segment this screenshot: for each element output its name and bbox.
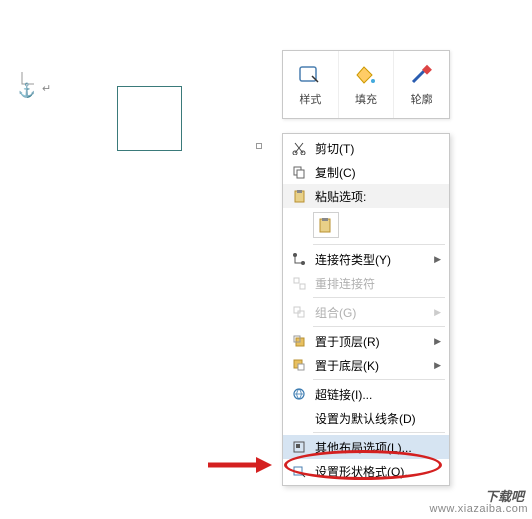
menu-item-connector-type[interactable]: 连接符类型(Y) ▶ (283, 247, 449, 271)
mini-toolbar: 样式 填充 轮廓 (282, 50, 450, 119)
menu-item-group: 组合(G) ▶ (283, 300, 449, 324)
anchor-icon: ⚓ (18, 82, 35, 99)
copy-icon (289, 163, 309, 181)
blank-icon (289, 409, 309, 427)
paste-options-row (283, 208, 449, 242)
menu-separator (313, 432, 445, 433)
paste-option-button[interactable] (313, 212, 339, 238)
menu-label: 设置形状格式(O)... (315, 463, 441, 480)
submenu-arrow-icon: ▶ (434, 360, 441, 371)
fill-icon (353, 62, 379, 88)
submenu-arrow-icon: ▶ (434, 336, 441, 347)
menu-item-copy[interactable]: 复制(C) (283, 160, 449, 184)
cut-icon (289, 139, 309, 157)
outline-label: 轮廓 (411, 91, 433, 107)
menu-label: 重排连接符 (315, 275, 441, 292)
menu-item-paste-header: 粘贴选项: (283, 184, 449, 208)
menu-label: 置于顶层(R) (315, 333, 434, 350)
outline-icon (409, 62, 435, 88)
format-icon (289, 462, 309, 480)
menu-item-hyperlink[interactable]: 超链接(I)... (283, 382, 449, 406)
menu-item-send-back[interactable]: 置于底层(K) ▶ (283, 353, 449, 377)
watermark-url: www.xiazaiba.com (430, 503, 528, 515)
group-icon (289, 303, 309, 321)
menu-separator (313, 379, 445, 380)
send-back-icon (289, 356, 309, 374)
menu-item-format-shape[interactable]: 设置形状格式(O)... (283, 459, 449, 483)
context-menu: 剪切(T) 复制(C) 粘贴选项: 连接符类型(Y) ▶ 重排连接符 组合(G)… (282, 133, 450, 486)
submenu-arrow-icon: ▶ (434, 307, 441, 318)
hyperlink-icon (289, 385, 309, 403)
style-button[interactable]: 样式 (283, 51, 339, 118)
menu-label: 剪切(T) (315, 140, 441, 157)
fill-label: 填充 (355, 91, 377, 107)
menu-label: 粘贴选项: (315, 188, 441, 205)
fill-button[interactable]: 填充 (339, 51, 395, 118)
selected-rectangle-shape[interactable] (117, 86, 182, 151)
menu-item-cut[interactable]: 剪切(T) (283, 136, 449, 160)
submenu-arrow-icon: ▶ (434, 254, 441, 265)
style-label: 样式 (299, 91, 321, 107)
menu-item-default-line[interactable]: 设置为默认线条(D) (283, 406, 449, 430)
outline-button[interactable]: 轮廓 (394, 51, 449, 118)
menu-separator (313, 326, 445, 327)
selection-handle[interactable] (256, 143, 262, 149)
menu-separator (313, 244, 445, 245)
style-icon (297, 62, 323, 88)
menu-label: 置于底层(K) (315, 357, 434, 374)
menu-item-more-layout[interactable]: 其他布局选项(L)... (283, 435, 449, 459)
menu-label: 复制(C) (315, 164, 441, 181)
menu-label: 组合(G) (315, 304, 434, 321)
connector-icon (289, 250, 309, 268)
menu-item-bring-front[interactable]: 置于顶层(R) ▶ (283, 329, 449, 353)
paste-icon (289, 187, 309, 205)
bring-front-icon (289, 332, 309, 350)
menu-label: 连接符类型(Y) (315, 251, 434, 268)
menu-separator (313, 297, 445, 298)
menu-item-rearrange-connector: 重排连接符 (283, 271, 449, 295)
menu-label: 设置为默认线条(D) (315, 410, 441, 427)
paragraph-mark-icon: ↵ (42, 82, 51, 95)
menu-label: 其他布局选项(L)... (315, 439, 441, 456)
annotation-arrow (206, 455, 276, 478)
rearrange-icon (289, 274, 309, 292)
menu-label: 超链接(I)... (315, 386, 441, 403)
layout-icon (289, 438, 309, 456)
